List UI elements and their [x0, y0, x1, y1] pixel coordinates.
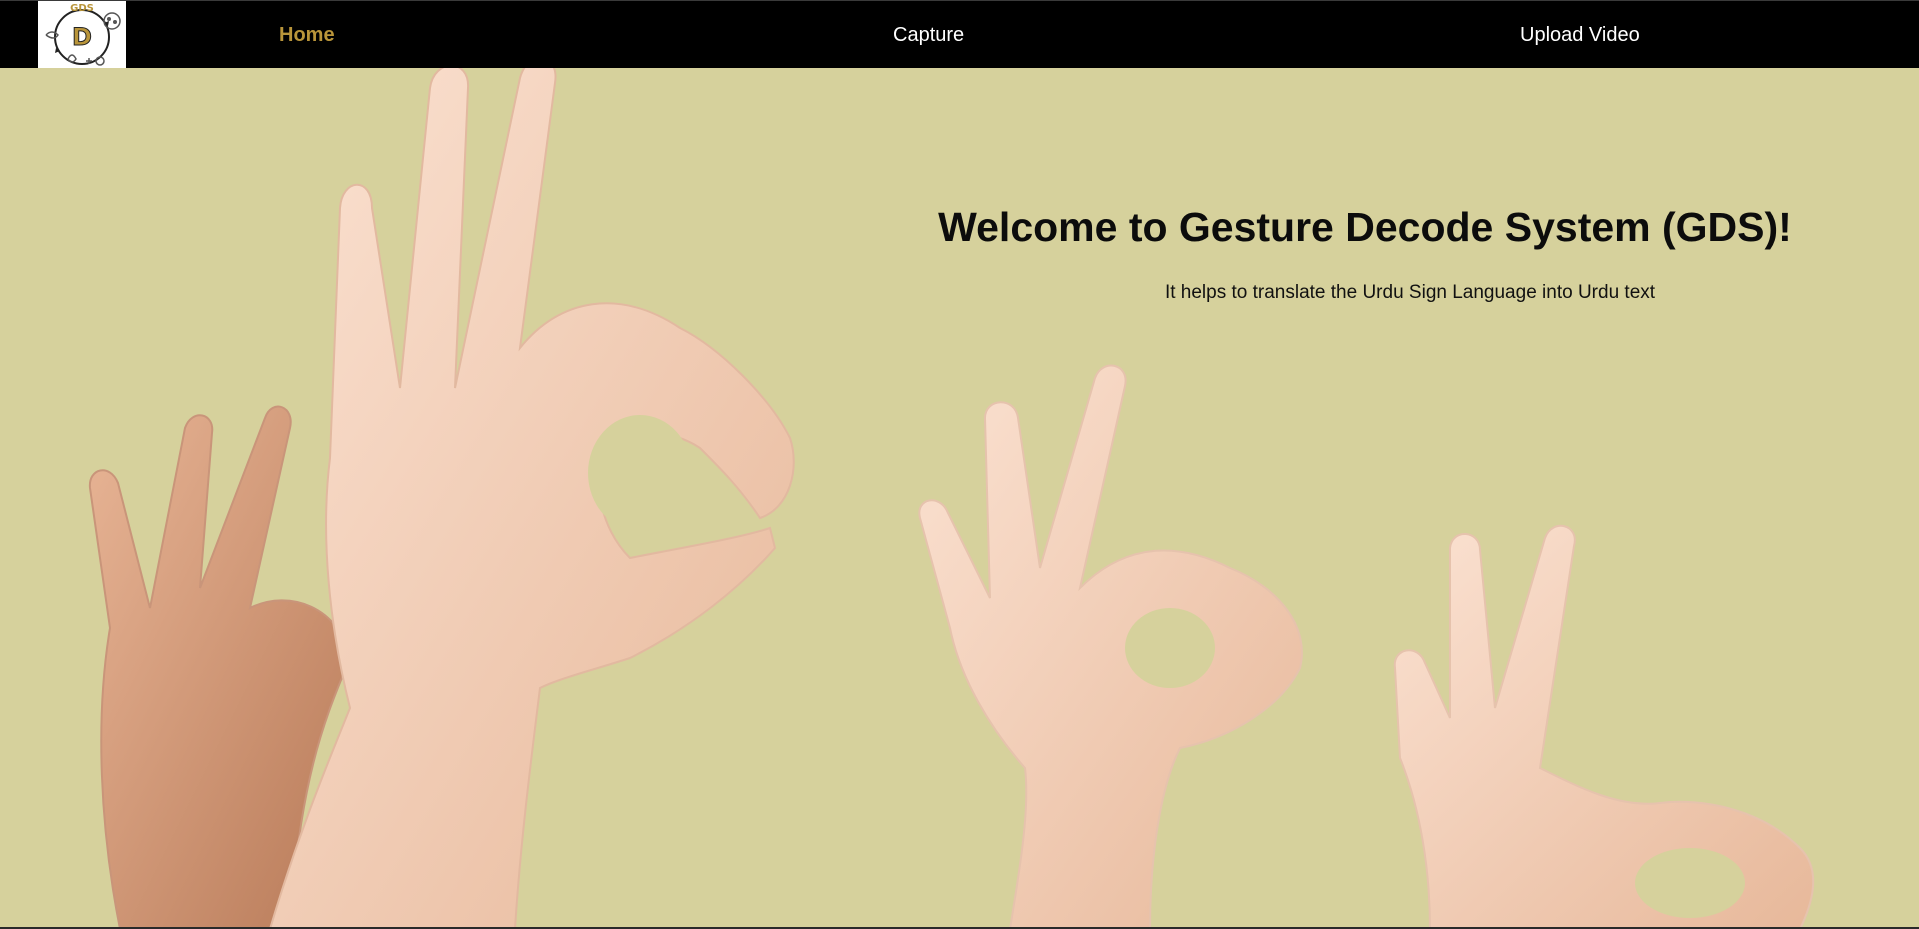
nav-capture-link[interactable]: Capture — [893, 24, 964, 47]
hand-3 — [918, 364, 1303, 929]
hero-section: Welcome to Gesture Decode System (GDS)! … — [0, 68, 1919, 929]
nav-home-link[interactable]: Home — [279, 24, 335, 47]
hand-2 — [268, 68, 795, 929]
hand-4 — [1393, 524, 1815, 929]
hero-subtitle: It helps to translate the Urdu Sign Lang… — [1164, 282, 1656, 303]
logo-text: GDS — [70, 3, 94, 14]
logo-letter: D — [72, 23, 92, 51]
gds-logo-icon: GDS D — [45, 3, 121, 66]
hero-title: Welcome to Gesture Decode System (GDS)! — [938, 204, 1792, 250]
ok-hands-image — [88, 68, 1815, 929]
top-navbar: GDS D Home Capture Upload Video — [0, 0, 1919, 71]
nav-upload-video-link[interactable]: Upload Video — [1520, 24, 1640, 47]
gds-logo[interactable]: GDS D — [38, 1, 126, 71]
